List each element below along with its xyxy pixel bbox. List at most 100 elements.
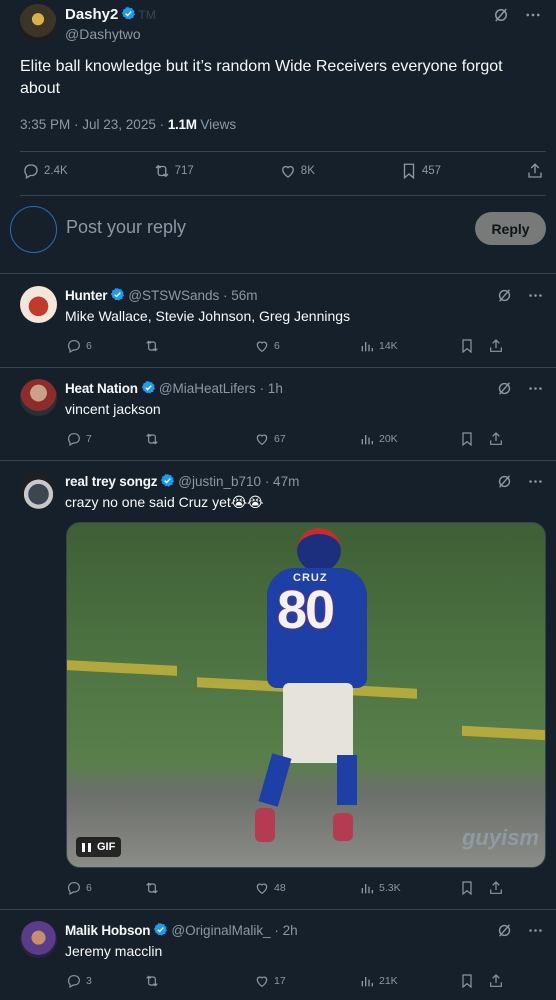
- views-count: 1.1M: [167, 117, 197, 132]
- main-tweet: Dashy2 TM @Dashytwo Elite ball knowledge …: [0, 0, 556, 196]
- author-avatar[interactable]: [19, 4, 57, 42]
- grok-slash-icon[interactable]: [496, 922, 513, 939]
- reply-avatar[interactable]: [20, 379, 57, 416]
- reply-top-actions: [496, 287, 544, 304]
- share-button[interactable]: [488, 973, 508, 989]
- gif-badge[interactable]: GIF: [76, 837, 122, 857]
- views-button[interactable]: 20K: [359, 431, 459, 447]
- like-count: 17: [274, 975, 286, 987]
- reply-icon: [68, 433, 80, 447]
- views-button[interactable]: 5.3K: [359, 880, 459, 896]
- like-button[interactable]: 6: [254, 338, 359, 354]
- views-button[interactable]: 14K: [359, 338, 459, 354]
- reply-text: Jeremy macclin: [65, 943, 163, 959]
- reply-author-handle[interactable]: @MiaHeatLifers: [159, 381, 256, 396]
- reply-button[interactable]: 6: [66, 338, 144, 354]
- player-helmet: [297, 528, 341, 572]
- analytics-icon: [361, 884, 373, 894]
- reply-header: real trey songz @justin_b710 · 47m: [65, 473, 299, 489]
- share-button[interactable]: [488, 431, 508, 447]
- bookmark-icon: [462, 974, 472, 989]
- like-count: 48: [274, 882, 286, 894]
- pause-icon[interactable]: [82, 842, 91, 852]
- reply-author-handle[interactable]: @justin_b710: [178, 474, 261, 489]
- bookmark-button[interactable]: [459, 973, 488, 989]
- more-options-icon[interactable]: [527, 380, 544, 397]
- more-options-icon[interactable]: [527, 922, 544, 939]
- reply-author-handle[interactable]: @STSWSands: [128, 288, 219, 303]
- user-avatar[interactable]: [10, 206, 57, 253]
- retweet-icon: [155, 164, 169, 178]
- tweet-top-actions: [492, 6, 542, 24]
- reply-button[interactable]: 6: [66, 880, 144, 896]
- reply-item[interactable]: Malik Hobson @OriginalMalik_ · 2h Jeremy …: [0, 910, 556, 1000]
- share-icon: [490, 432, 502, 445]
- grok-slash-icon[interactable]: [496, 380, 513, 397]
- bookmark-button[interactable]: [459, 431, 488, 447]
- retweet-button[interactable]: [144, 431, 254, 447]
- retweet-icon: [146, 433, 158, 445]
- reply-avatar[interactable]: [20, 921, 57, 958]
- share-icon: [490, 339, 502, 352]
- more-options-icon[interactable]: [524, 6, 542, 24]
- reply-count: 7: [86, 433, 92, 445]
- author-handle[interactable]: @Dashytwo: [65, 26, 141, 42]
- reply-input[interactable]: Post your reply: [66, 217, 186, 238]
- reply-author-name[interactable]: Heat Nation: [65, 381, 138, 396]
- like-button[interactable]: 48: [254, 880, 359, 896]
- like-button[interactable]: 67: [254, 431, 359, 447]
- author-name[interactable]: Dashy2: [65, 6, 118, 23]
- like-button[interactable]: 17: [254, 973, 359, 989]
- reply-author-name[interactable]: Malik Hobson: [65, 923, 151, 938]
- bookmark-button[interactable]: [459, 338, 488, 354]
- reply-author-name[interactable]: Hunter: [65, 288, 108, 303]
- player-shoe: [333, 813, 353, 841]
- reply-count: 6: [86, 340, 92, 352]
- retweet-button[interactable]: [144, 338, 254, 354]
- reply-time[interactable]: · 1h: [256, 381, 283, 396]
- reply-time[interactable]: · 47m: [261, 474, 300, 489]
- analytics-icon: [361, 977, 373, 987]
- tweet-timestamp[interactable]: 3:35 PM · Jul 23, 2025 ·: [20, 117, 168, 132]
- like-button[interactable]: 8K: [279, 162, 315, 180]
- retweet-button[interactable]: [144, 880, 254, 896]
- grok-slash-icon[interactable]: [496, 287, 513, 304]
- bookmark-button[interactable]: [459, 880, 488, 896]
- player-pants: [283, 683, 353, 763]
- retweet-icon: [146, 340, 158, 352]
- reply-text: vincent jackson: [65, 401, 161, 417]
- grok-slash-icon[interactable]: [492, 6, 510, 24]
- reply-text: Mike Wallace, Stevie Johnson, Greg Jenni…: [65, 308, 351, 324]
- view-count: 5.3K: [379, 882, 401, 894]
- reply-time[interactable]: · 56m: [219, 288, 258, 303]
- author-ghost-text: TM: [138, 8, 156, 22]
- field-line: [462, 725, 545, 741]
- grok-slash-icon[interactable]: [496, 473, 513, 490]
- reply-button[interactable]: 2.4K: [22, 162, 68, 180]
- reply-action-bar: 6 6 14K: [66, 338, 546, 354]
- more-options-icon[interactable]: [527, 473, 544, 490]
- reply-author-handle[interactable]: @OriginalMalik_: [171, 923, 270, 938]
- reply-header: Heat Nation @MiaHeatLifers · 1h: [65, 380, 283, 396]
- gif-media[interactable]: CRUZ 80 guyism GIF: [66, 522, 546, 868]
- bookmark-button[interactable]: 457: [400, 162, 441, 180]
- reply-author-name[interactable]: real trey songz: [65, 474, 157, 489]
- heart-icon: [256, 341, 268, 353]
- reply-time[interactable]: · 2h: [271, 923, 297, 938]
- reply-button[interactable]: 3: [66, 973, 144, 989]
- share-button[interactable]: [488, 338, 508, 354]
- analytics-icon: [361, 435, 373, 445]
- share-button[interactable]: [488, 880, 508, 896]
- reply-button[interactable]: 7: [66, 431, 144, 447]
- reply-avatar[interactable]: [20, 286, 57, 323]
- reply-submit-button[interactable]: Reply: [475, 212, 546, 245]
- reply-avatar[interactable]: [20, 472, 57, 509]
- views-button[interactable]: 21K: [359, 973, 459, 989]
- author-name-row[interactable]: Dashy2 TM: [65, 6, 156, 23]
- retweet-button[interactable]: 717: [153, 162, 194, 180]
- more-options-icon[interactable]: [527, 287, 544, 304]
- share-button[interactable]: [526, 162, 544, 180]
- reply-item[interactable]: Hunter @STSWSands · 56m Mike Wallace, Ste…: [0, 275, 556, 367]
- reply-item[interactable]: Heat Nation @MiaHeatLifers · 1h vincent j…: [0, 368, 556, 460]
- retweet-button[interactable]: [144, 973, 254, 989]
